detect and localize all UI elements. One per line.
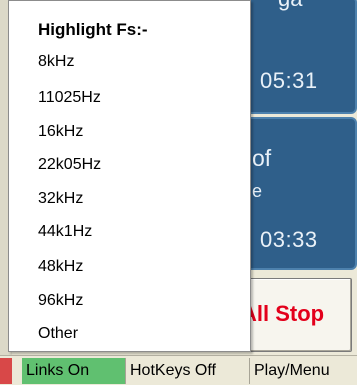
play-menu-status[interactable]: Play/Menu: [250, 358, 357, 384]
cart-tile-duration: 05:31: [260, 68, 318, 93]
highlight-fs-menu: Highlight Fs:- 8kHz 11025Hz 16kHz 22k05H…: [8, 0, 251, 352]
status-bar: Links On HotKeys Off Play/Menu: [0, 355, 357, 385]
menu-item-22k05hz[interactable]: 22k05Hz: [38, 151, 238, 179]
cart-tile-1[interactable]: ga 05:31: [240, 0, 357, 114]
menu-item-other[interactable]: Other: [38, 320, 238, 348]
menu-item-16khz[interactable]: 16kHz: [38, 118, 238, 146]
menu-item-96khz[interactable]: 96kHz: [38, 287, 238, 315]
links-status[interactable]: Links On: [22, 358, 126, 384]
menu-header: Highlight Fs:-: [38, 20, 148, 39]
menu-item-44k1hz[interactable]: 44k1Hz: [38, 218, 238, 246]
menu-item-11025hz[interactable]: 11025Hz: [38, 84, 238, 112]
menu-item-8khz[interactable]: 8kHz: [38, 48, 238, 76]
cart-tile-title: ga: [278, 0, 302, 10]
cart-tile-2[interactable]: of e 03:33: [240, 117, 357, 270]
app-window: ga 05:31 of e 03:33 All Stop Links On Ho…: [0, 0, 357, 385]
status-indicator-red: [0, 358, 12, 384]
cart-tile-title: of: [252, 145, 272, 171]
menu-item-48khz[interactable]: 48kHz: [38, 253, 238, 281]
all-stop-label: All Stop: [241, 301, 325, 326]
menu-item-32khz[interactable]: 32kHz: [38, 185, 238, 213]
cart-tile-subtitle: e: [252, 181, 263, 201]
hotkeys-status[interactable]: HotKeys Off: [126, 358, 250, 384]
cart-tile-duration: 03:33: [260, 227, 318, 252]
